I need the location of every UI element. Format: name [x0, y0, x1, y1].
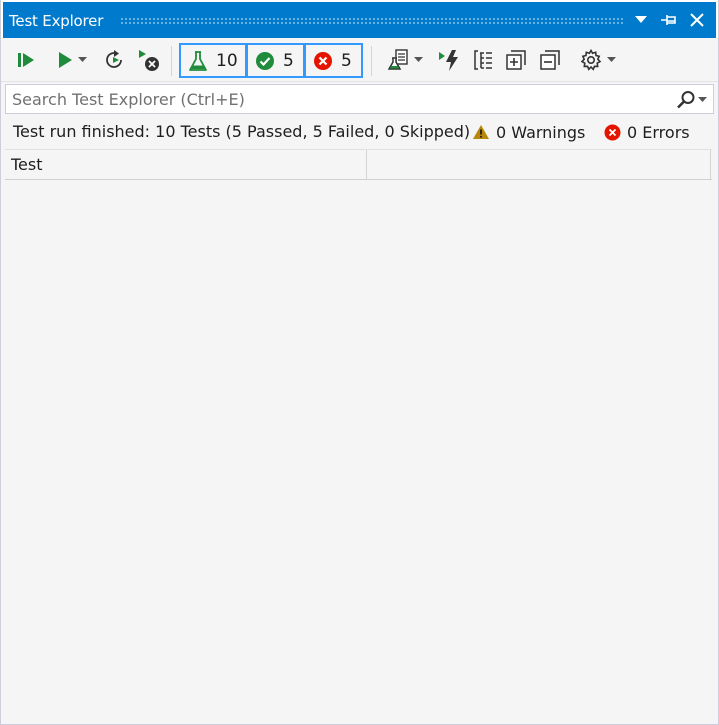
search-box[interactable]: [5, 84, 714, 114]
playlist-button[interactable]: [382, 46, 428, 74]
close-icon[interactable]: [687, 10, 707, 30]
run-button[interactable]: [49, 46, 93, 74]
playlist-icon: [387, 49, 408, 70]
run-all-icon: [18, 53, 34, 67]
passed-tests-count: 5: [283, 50, 294, 71]
test-explorer-window: Test Explorer 10 5 5 Search Test Explore…: [0, 0, 719, 725]
failed-tests-count: 5: [341, 50, 352, 71]
search-options-button[interactable]: [676, 90, 707, 110]
group-by-icon: [474, 50, 492, 70]
group-by-button[interactable]: [470, 46, 496, 74]
cancel-button[interactable]: [135, 46, 161, 74]
title-bar-grip[interactable]: [120, 17, 624, 24]
warning-icon: [473, 125, 489, 139]
test-list-header: Test: [5, 149, 712, 180]
collapse-all-icon: [540, 50, 560, 70]
total-tests-count: 10: [216, 50, 238, 71]
search-icon: [677, 91, 695, 109]
expand-all-button[interactable]: [503, 46, 529, 74]
pin-icon[interactable]: [659, 10, 679, 30]
beaker-icon: [189, 50, 207, 71]
title-bar[interactable]: Test Explorer: [1, 0, 718, 38]
gear-icon: [580, 48, 601, 71]
warnings-filter[interactable]: 0 Warnings: [472, 121, 585, 143]
error-icon: [604, 124, 621, 140]
window-title: Test Explorer: [9, 12, 104, 30]
passed-tests-filter[interactable]: 5: [246, 43, 305, 78]
playlist-dropdown-icon[interactable]: [413, 57, 423, 63]
run-icon: [58, 52, 72, 68]
passed-icon: [256, 51, 274, 70]
test-list[interactable]: [5, 180, 712, 720]
window-menu-dropdown-icon[interactable]: [631, 10, 651, 30]
toolbar-separator: [371, 46, 372, 76]
search-dropdown-icon: [698, 97, 707, 102]
run-dropdown-icon[interactable]: [77, 57, 87, 63]
column-header-details[interactable]: [367, 150, 711, 180]
toolbar: 10 5 5: [1, 38, 718, 82]
rerun-failed-button[interactable]: [102, 46, 128, 74]
cancel-icon: [139, 50, 159, 71]
failed-tests-filter[interactable]: 5: [304, 43, 363, 78]
errors-count: 0 Errors: [627, 122, 690, 142]
run-after-build-icon: [439, 50, 458, 71]
run-all-button[interactable]: [13, 46, 39, 74]
column-header-test[interactable]: Test: [5, 150, 367, 180]
collapse-all-button[interactable]: [537, 46, 563, 74]
expand-all-icon: [506, 50, 526, 70]
errors-filter[interactable]: 0 Errors: [604, 121, 690, 143]
rerun-failed-icon: [106, 50, 122, 68]
run-after-build-button[interactable]: [436, 46, 462, 74]
settings-dropdown-icon[interactable]: [606, 57, 616, 63]
search-input[interactable]: [6, 85, 656, 113]
toolbar-separator: [171, 46, 172, 76]
failed-icon: [314, 51, 332, 70]
settings-button[interactable]: [572, 46, 622, 74]
total-tests-filter[interactable]: 10: [179, 43, 247, 78]
warnings-count: 0 Warnings: [496, 122, 586, 142]
run-summary: Test run finished: 10 Tests (5 Passed, 5…: [13, 122, 471, 141]
